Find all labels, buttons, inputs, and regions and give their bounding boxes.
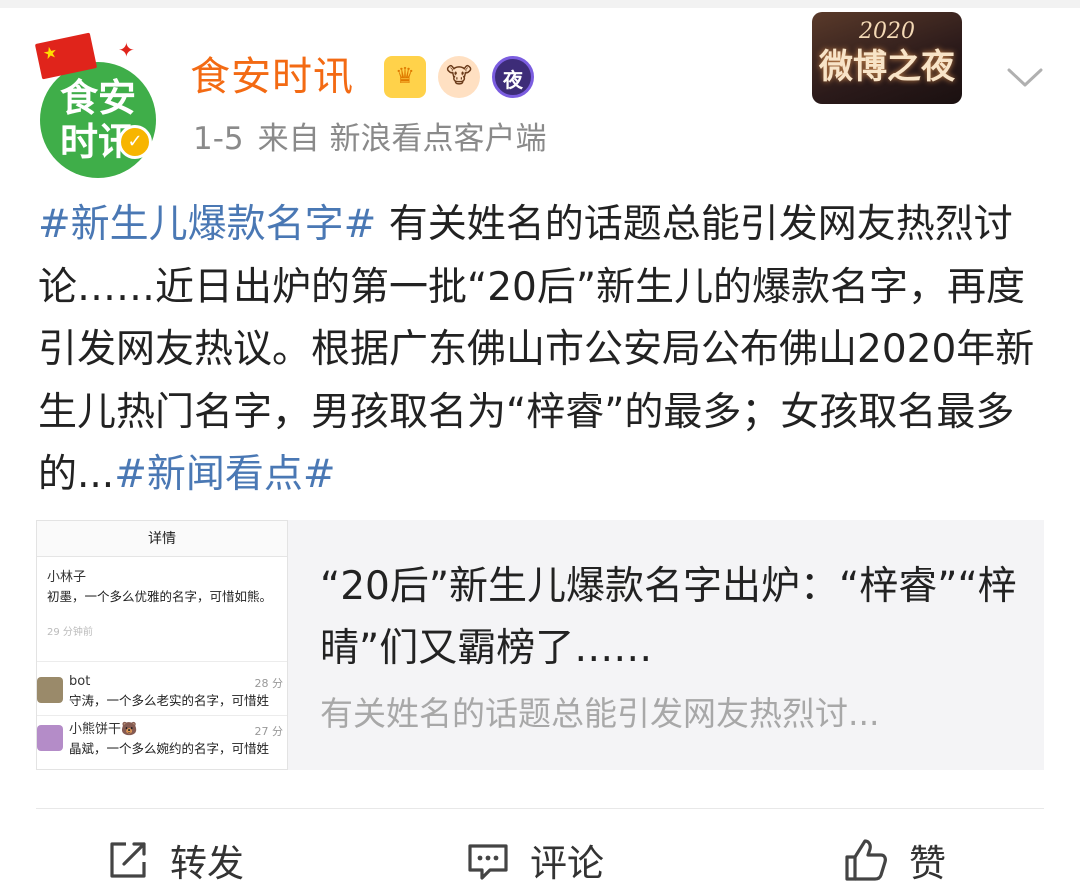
footer-divider [36,808,1044,809]
like-label: 赞 [909,842,946,885]
post-meta: 1-5 来自 新浪看点客户端 [193,119,547,159]
event-name: 微博之夜 [819,47,955,87]
repost-icon [110,842,146,878]
card-thumbnail: 详情 小林子 初墨，一个多么优雅的名字，可惜如熊。 29 分钟前 bot 守涛，… [36,520,288,770]
thumb-comment: bot 守涛，一个多么老实的名字，可惜姓 [69,673,283,710]
username[interactable]: 食安时讯 [190,52,354,102]
menu-chevron-down-icon[interactable] [1006,58,1044,96]
repost-label: 转发 [170,842,244,885]
hashtag-link[interactable]: #新生儿爆款名字# [38,202,376,247]
thumb-comment-time: 29 分钟前 [47,627,93,638]
bird-icon: ✦ [118,38,135,62]
thumb-comment-body: 初墨，一个多么优雅的名字，可惜如熊。 [47,589,273,604]
thumb-comment: 小林子 初墨，一个多么优雅的名字，可惜如熊。 29 分钟前 [47,569,287,641]
thumb-comment-name: 小熊饼干🐻 [69,722,138,737]
like-button[interactable]: 赞 [843,832,946,888]
like-icon [845,839,887,881]
post-source: 来自 新浪看点客户端 [257,121,547,157]
thumb-divider [37,715,287,716]
thumb-divider [37,661,287,662]
post-text: #新生儿爆款名字# 有关姓名的话题总能引发网友热烈讨论……近日出炉的第一批“20… [38,194,1048,507]
comment-button[interactable]: 评论 [466,832,604,888]
night-badge-icon[interactable]: 夜 [492,56,534,98]
link-card[interactable]: 详情 小林子 初墨，一个多么优雅的名字，可惜如熊。 29 分钟前 bot 守涛，… [36,520,1044,770]
thumb-comment-name: bot [69,674,91,689]
card-title[interactable]: “20后”新生儿爆款名字出炉：“梓睿”“梓晴”们又霸榜了…… [320,556,1020,680]
thumb-header: 详情 [37,521,287,557]
thumb-comment-time: 27 分 [254,725,284,738]
thumb-avatar [37,677,63,703]
thumb-avatar [37,725,63,751]
comment-icon [468,844,508,880]
event-year: 2020 [859,19,915,44]
crown-badge-icon[interactable]: ♛ [384,56,426,98]
verified-icon: ✓ [118,125,152,159]
repost-button[interactable]: 转发 [106,832,244,888]
thumb-comment-body: 守涛，一个多么老实的名字，可惜姓 [69,693,270,708]
card-description: 有关姓名的话题总能引发网友热烈讨... [320,694,880,733]
thumb-comment-body: 晶斌，一个多么婉约的名字，可惜姓 [69,741,270,756]
top-strip [0,0,1080,8]
thumb-comment: 小熊饼干🐻 晶斌，一个多么婉约的名字，可惜姓 [69,721,283,758]
hashtag-link[interactable]: #新闻看点# [114,452,335,497]
cow-badge-icon[interactable]: 🐮 [438,56,480,98]
thumb-comment-name: 小林子 [47,570,87,585]
comment-label: 评论 [530,842,604,885]
post-time: 1-5 [193,121,244,157]
thumb-comment-time: 28 分 [254,677,284,690]
event-badge[interactable]: 2020 微博之夜 [812,12,962,104]
